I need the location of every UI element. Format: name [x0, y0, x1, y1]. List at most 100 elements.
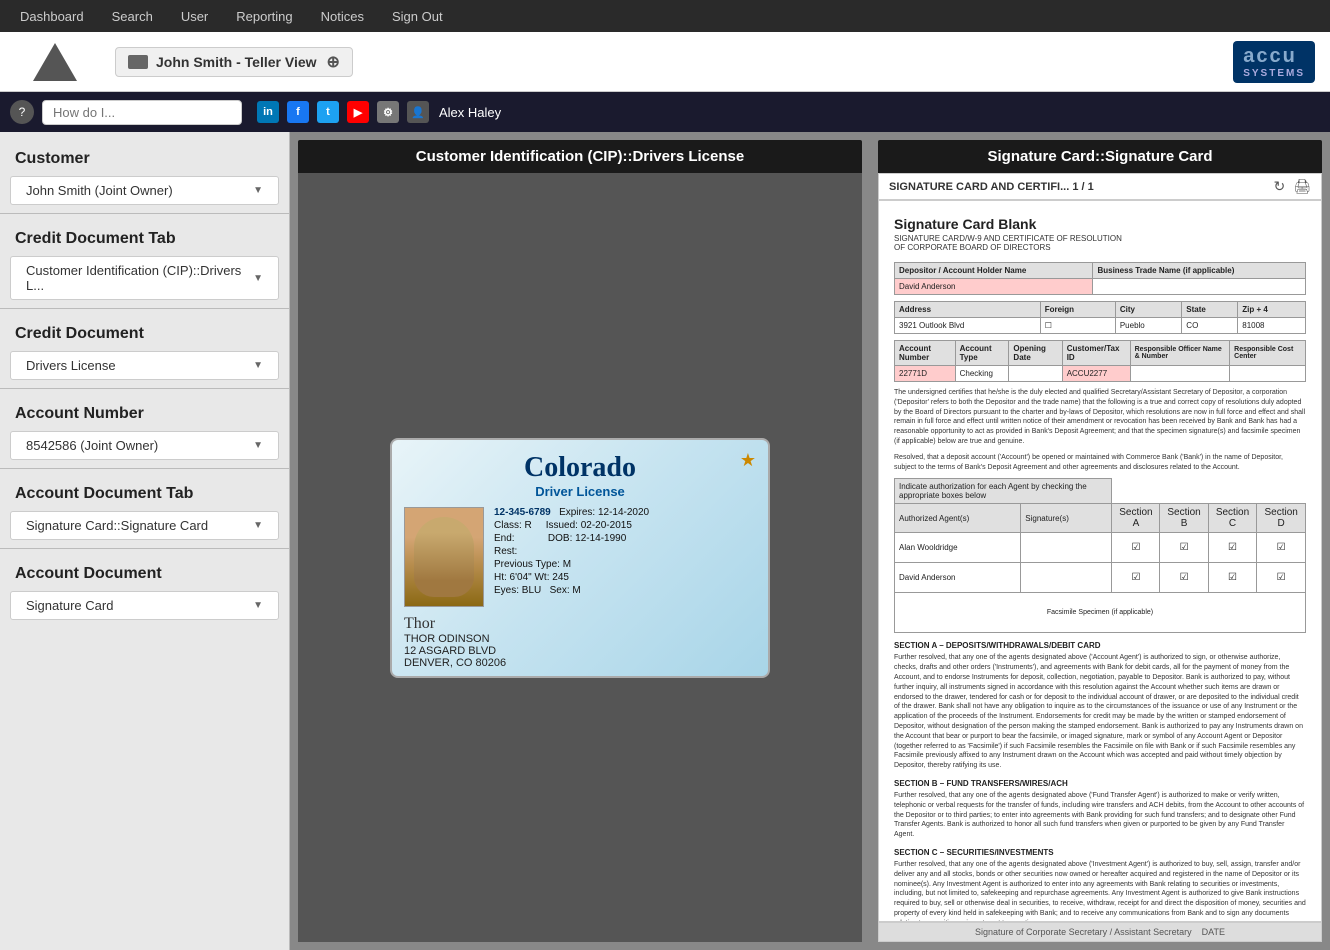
account-number-value: 8542586 (Joint Owner): [26, 438, 158, 453]
divider-4: [0, 468, 289, 469]
logo: [15, 37, 95, 87]
address-value: 3921 Outlook Blvd: [895, 318, 1041, 334]
dl-eyes: Eyes: BLU Sex: M: [494, 585, 649, 596]
nav-user[interactable]: User: [181, 9, 208, 24]
customer-section-title: Customer: [0, 142, 289, 172]
opening-date-value: [1009, 366, 1062, 382]
account-doc-tab-value: Signature Card::Signature Card: [26, 518, 208, 533]
sig-doc-header: Signature Card::Signature Card: [878, 140, 1322, 173]
sig-body-text: The undersigned certifies that he/she is…: [894, 388, 1306, 447]
agent1-name: Alan Wooldridge: [895, 533, 1021, 563]
auth-sig-label: Signature(s): [1021, 504, 1112, 533]
account-doc-tab-section-title: Account Document Tab: [0, 477, 289, 507]
state-label: State: [1182, 302, 1238, 318]
customer-name-dropdown[interactable]: John Smith (Joint Owner) ▼: [10, 176, 279, 205]
account-doc-dropdown[interactable]: Signature Card ▼: [10, 591, 279, 620]
agent2-section-d: ☑: [1257, 563, 1306, 593]
help-button[interactable]: ?: [10, 100, 34, 124]
depositor-table: Depositor / Account Holder Name Business…: [894, 262, 1306, 295]
responsible-officer-value: [1130, 366, 1230, 382]
second-header: ? in f t ▶ ⚙ 👤 Alex Haley: [0, 92, 1330, 132]
state-value: CO: [1182, 318, 1238, 334]
print-icon[interactable]: 🖨: [1293, 178, 1311, 195]
foreign-label: Foreign: [1040, 302, 1115, 318]
gear-icon[interactable]: ⚙: [377, 101, 399, 123]
section-b-text: Further resolved, that any one of the ag…: [894, 791, 1306, 840]
drivers-license-card: Colorado Driver License ★ 12-345-6789 Ex…: [390, 438, 770, 678]
sig-doc-toolbar: SIGNATURE CARD AND CERTIFI... 1 / 1 ↻ 🖨: [878, 173, 1322, 200]
dl-prev: Previous Type: M: [494, 559, 649, 570]
accu-systems-logo: accu SYSTEMS: [1233, 41, 1315, 83]
auth-table: Indicate authorization for each Agent by…: [894, 478, 1306, 633]
nav-search[interactable]: Search: [112, 9, 153, 24]
header-right: accu SYSTEMS: [1233, 41, 1315, 83]
acct-number-value: 22771D: [895, 366, 956, 382]
dl-state: Colorado: [404, 452, 756, 484]
account-table: Account Number Account Type Opening Date…: [894, 340, 1306, 382]
section-d-label: Section D: [1257, 504, 1306, 533]
teller-view-bar: John Smith - Teller View ⊕: [115, 47, 353, 77]
section-a-title: SECTION A – DEPOSITS/WITHDRAWALS/DEBIT C…: [894, 641, 1306, 650]
linkedin-icon[interactable]: in: [257, 101, 279, 123]
account-doc-section-title: Account Document: [0, 557, 289, 587]
section-a-label: Section A: [1112, 504, 1160, 533]
youtube-icon[interactable]: ▶: [347, 101, 369, 123]
customer-tax-label: Customer/Tax ID: [1062, 341, 1130, 366]
account-number-dropdown[interactable]: 8542586 (Joint Owner) ▼: [10, 431, 279, 460]
account-doc-value: Signature Card: [26, 598, 113, 613]
divider-5: [0, 548, 289, 549]
teller-plus-icon[interactable]: ⊕: [327, 52, 340, 72]
credit-doc-dropdown[interactable]: Drivers License ▼: [10, 351, 279, 380]
twitter-icon[interactable]: t: [317, 101, 339, 123]
teller-icon: [128, 55, 148, 69]
right-panel: Signature Card::Signature Card SIGNATURE…: [870, 132, 1330, 950]
agent1-section-c: ☑: [1208, 533, 1257, 563]
nav-signout[interactable]: Sign Out: [392, 9, 443, 24]
refresh-icon[interactable]: ↻: [1273, 178, 1285, 195]
section-b-title: SECTION B – FUND TRANSFERS/WIRES/ACH: [894, 779, 1306, 788]
sig-card-title: Signature Card Blank: [894, 216, 1306, 232]
nav-dashboard[interactable]: Dashboard: [20, 9, 84, 24]
business-trade-value: [1093, 279, 1306, 295]
sig-card-subtitle: SIGNATURE CARD/W-9 AND CERTIFICATE OF RE…: [894, 234, 1306, 252]
user-avatar-icon[interactable]: 👤: [407, 101, 429, 123]
account-doc-tab-dropdown[interactable]: Signature Card::Signature Card ▼: [10, 511, 279, 540]
dl-content: 12-345-6789 Expires: 12-14-2020 Class: R…: [404, 507, 756, 607]
sig-doc-body[interactable]: Signature Card Blank SIGNATURE CARD/W-9 …: [878, 200, 1322, 922]
section-c-label: Section C: [1208, 504, 1257, 533]
dl-city-state: DENVER, CO 80206: [404, 657, 756, 669]
dl-name-area: Thor THOR ODINSON 12 ASGARD BLVD DENVER,…: [404, 615, 756, 669]
logo-triangle: [33, 43, 77, 81]
dl-number: 12-345-6789 Expires: 12-14-2020: [494, 507, 649, 518]
sig-doc-footer: Signature of Corporate Secretary / Assis…: [878, 922, 1322, 942]
nav-notices[interactable]: Notices: [321, 9, 364, 24]
main-content: Customer John Smith (Joint Owner) ▼ Cred…: [0, 132, 1330, 950]
dl-class: Class: R Issued: 02-20-2015: [494, 520, 649, 531]
top-navigation: Dashboard Search User Reporting Notices …: [0, 0, 1330, 32]
account-number-section-title: Account Number: [0, 397, 289, 427]
sidebar: Customer John Smith (Joint Owner) ▼ Cred…: [0, 132, 290, 950]
agent2-section-a: ☑: [1112, 563, 1160, 593]
credit-doc-section-title: Credit Document: [0, 317, 289, 347]
toolbar-icons: ↻ 🖨: [1273, 178, 1311, 195]
credit-doc-tab-dropdown[interactable]: Customer Identification (CIP)::Drivers L…: [10, 256, 279, 300]
credit-doc-tab-arrow: ▼: [253, 273, 263, 284]
zip-label: Zip + 4: [1238, 302, 1306, 318]
center-panel: Customer Identification (CIP)::Drivers L…: [290, 132, 870, 950]
agent2-signature: [1021, 563, 1112, 593]
drivers-license-area: Colorado Driver License ★ 12-345-6789 Ex…: [298, 173, 862, 942]
fax-specimen: Facsimile Specimen (if applicable): [895, 593, 1306, 633]
sig-resolved-text: Resolved, that a deposit account ('Accou…: [894, 453, 1306, 473]
facebook-icon[interactable]: f: [287, 101, 309, 123]
nav-reporting[interactable]: Reporting: [236, 9, 292, 24]
customer-name-value: John Smith (Joint Owner): [26, 183, 173, 198]
responsible-cost-label: Responsible Cost Center: [1230, 341, 1306, 366]
agent2-section-b: ☑: [1160, 563, 1208, 593]
credit-doc-arrow: ▼: [253, 360, 263, 371]
divider-3: [0, 388, 289, 389]
business-trade-label: Business Trade Name (if applicable): [1093, 263, 1306, 279]
dl-subtitle: Driver License: [404, 484, 756, 499]
agent1-section-d: ☑: [1257, 533, 1306, 563]
search-input[interactable]: [42, 100, 242, 125]
acct-type-value: Checking: [955, 366, 1009, 382]
